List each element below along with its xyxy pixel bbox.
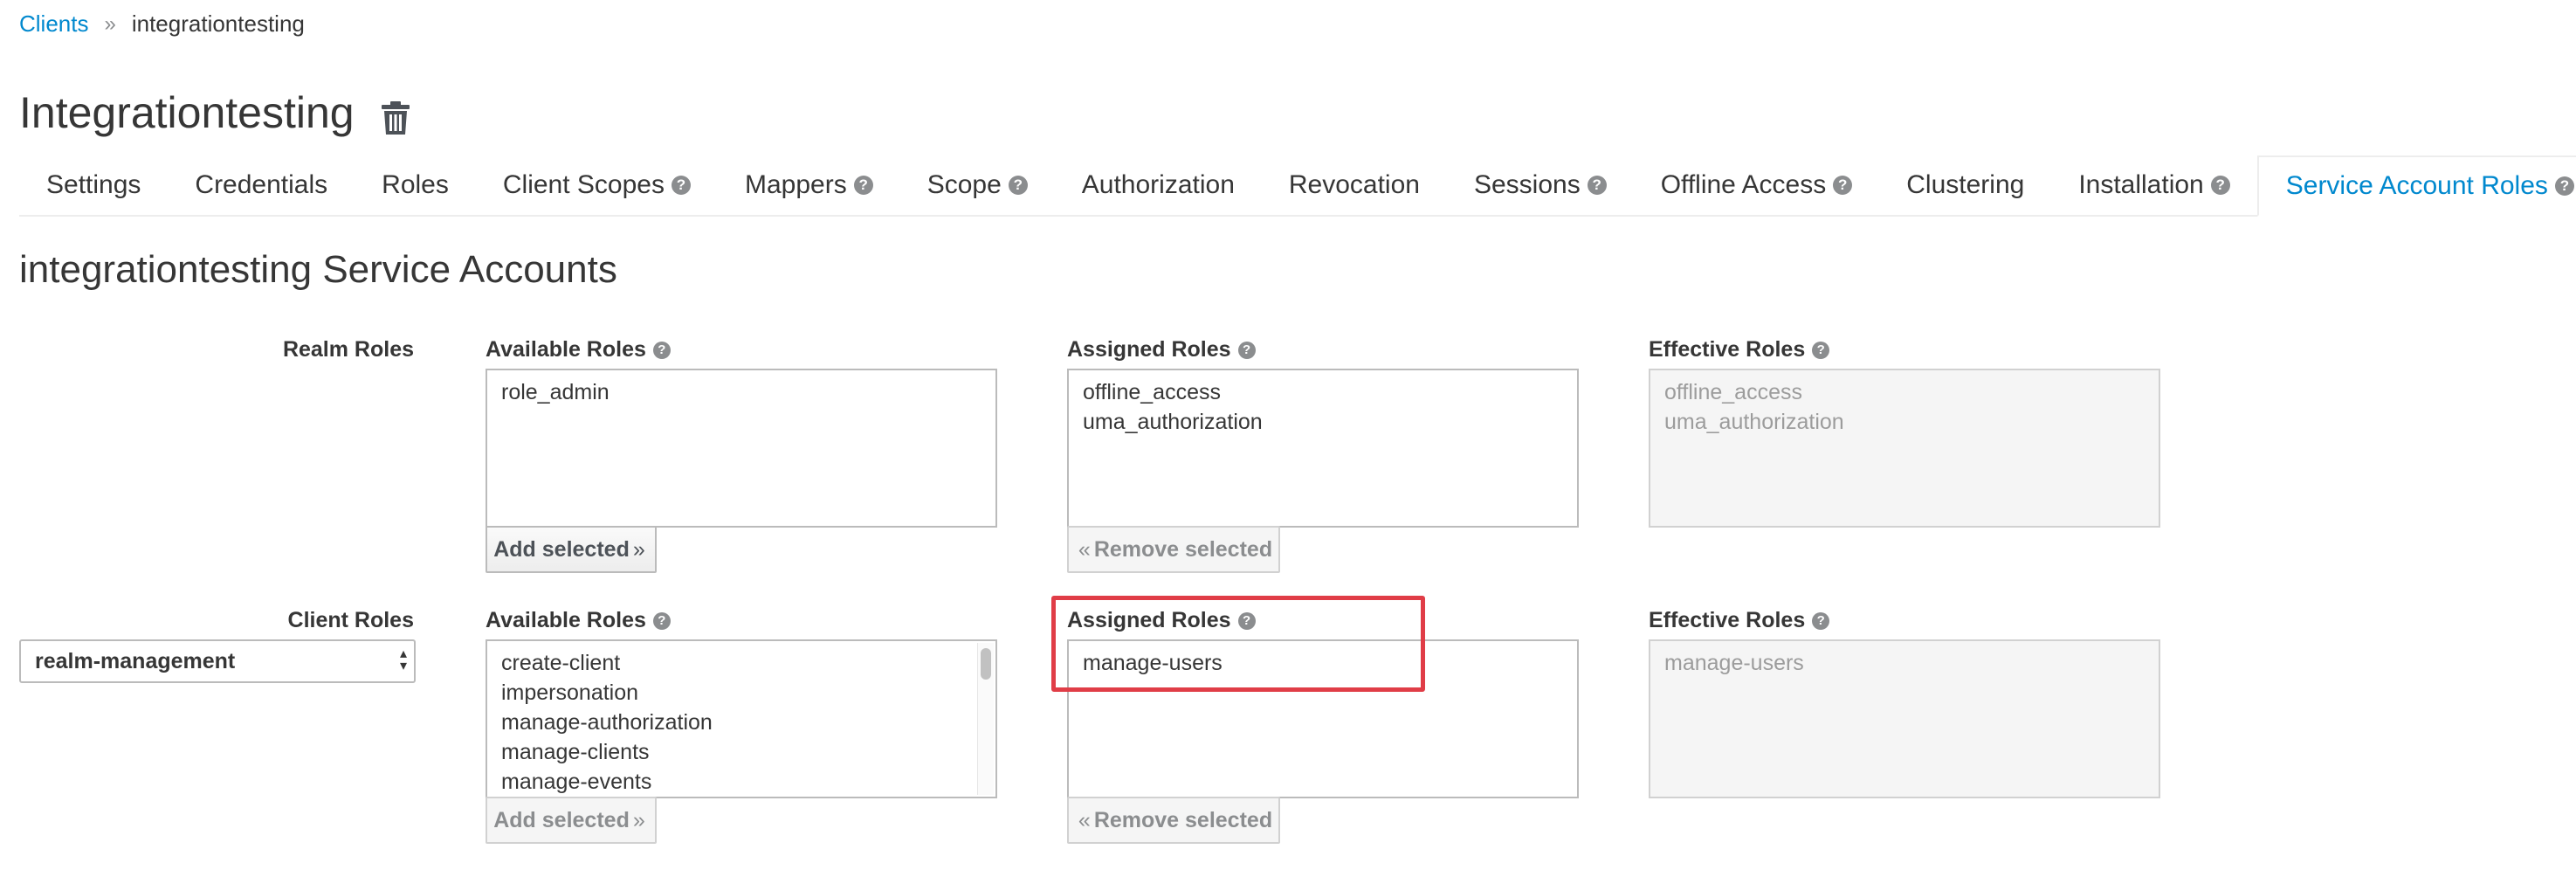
realm-available-roles-list[interactable]: role_admin [486, 369, 997, 528]
help-icon[interactable]: ? [652, 612, 671, 631]
tab-credentials[interactable]: Credentials [168, 155, 355, 215]
tab-roles[interactable]: Roles [355, 155, 476, 215]
realm-add-selected-button[interactable]: Add selected» [486, 526, 657, 573]
help-icon[interactable]: ? [1237, 342, 1256, 360]
breadcrumb-clients-link[interactable]: Clients [19, 10, 88, 38]
tab-revocation[interactable]: Revocation [1262, 155, 1447, 215]
client-effective-roles-label: Effective Roles? [1649, 608, 1830, 633]
double-chevron-left-icon: « [1078, 536, 1091, 562]
client-remove-selected-button[interactable]: «Remove selected [1067, 797, 1280, 844]
help-icon[interactable]: ? [652, 342, 671, 360]
list-item[interactable]: role_admin [501, 377, 981, 407]
realm-effective-roles-list: offline_access uma_authorization [1649, 369, 2160, 528]
help-icon[interactable]: ? [1833, 176, 1853, 195]
tab-offline-access[interactable]: Offline Access? [1634, 155, 1880, 215]
help-icon[interactable]: ? [2210, 176, 2230, 195]
help-icon[interactable]: ? [1587, 176, 1607, 195]
client-select[interactable]: realm-management ▴ ▾ [19, 639, 416, 683]
client-available-roles-label: Available Roles? [486, 608, 671, 633]
tab-scope[interactable]: Scope? [900, 155, 1055, 215]
help-icon[interactable]: ? [2554, 176, 2574, 196]
list-item: offline_access [1664, 380, 1802, 404]
page-title: Integrationtesting [19, 88, 355, 137]
help-icon[interactable]: ? [1008, 176, 1028, 195]
realm-available-roles-label: Available Roles? [486, 337, 671, 362]
list-item[interactable]: create-client [501, 648, 981, 678]
tab-bar: Settings Credentials Roles Client Scopes… [19, 155, 2576, 217]
realm-effective-roles-label: Effective Roles? [1649, 337, 1830, 362]
client-available-roles-list[interactable]: create-client impersonation manage-autho… [486, 639, 997, 798]
list-item[interactable]: manage-events [501, 767, 981, 797]
tab-clustering[interactable]: Clustering [1879, 155, 2051, 215]
tab-sessions[interactable]: Sessions? [1447, 155, 1634, 215]
tab-mappers[interactable]: Mappers? [718, 155, 900, 215]
list-item: manage-users [1664, 651, 1804, 675]
breadcrumb: Clients » integrationtesting [19, 10, 305, 38]
help-icon[interactable]: ? [1812, 342, 1830, 360]
select-caret-icon: ▴ ▾ [399, 646, 407, 673]
page-title-row: Integrationtesting [19, 87, 410, 138]
annotation-highlight-box [1051, 596, 1425, 692]
list-item[interactable]: offline_access [1083, 377, 1563, 407]
client-add-selected-button[interactable]: Add selected» [486, 797, 657, 844]
help-icon[interactable]: ? [853, 176, 873, 195]
tab-authorization[interactable]: Authorization [1055, 155, 1262, 215]
list-item: uma_authorization [1664, 410, 1844, 434]
double-chevron-right-icon: » [632, 807, 645, 832]
tab-installation[interactable]: Installation? [2051, 155, 2256, 215]
double-chevron-right-icon: » [632, 536, 645, 562]
tab-client-scopes[interactable]: Client Scopes? [476, 155, 718, 215]
tab-settings[interactable]: Settings [19, 155, 168, 215]
realm-assigned-roles-list[interactable]: offline_access uma_authorization [1067, 369, 1579, 528]
trash-icon[interactable] [381, 95, 410, 135]
client-roles-label: Client Roles [287, 608, 414, 632]
tab-service-account-roles[interactable]: Service Account Roles? [2256, 155, 2576, 217]
realm-assigned-roles-label: Assigned Roles? [1067, 337, 1256, 362]
section-title: integrationtesting Service Accounts [19, 248, 617, 291]
scrollbar[interactable] [977, 643, 994, 795]
breadcrumb-current: integrationtesting [131, 10, 305, 37]
double-chevron-left-icon: « [1078, 807, 1091, 832]
double-chevron-right-icon: » [104, 11, 116, 36]
realm-remove-selected-button[interactable]: «Remove selected [1067, 526, 1280, 573]
client-effective-roles-list: manage-users [1649, 639, 2160, 798]
scrollbar-thumb[interactable] [981, 648, 991, 680]
realm-roles-label: Realm Roles [282, 337, 414, 362]
list-item[interactable]: manage-clients [501, 737, 981, 767]
help-icon[interactable]: ? [1812, 612, 1830, 631]
list-item[interactable]: uma_authorization [1083, 407, 1563, 437]
list-item[interactable]: manage-authorization [501, 708, 981, 737]
help-icon[interactable]: ? [671, 176, 691, 195]
list-item[interactable]: impersonation [501, 678, 981, 708]
